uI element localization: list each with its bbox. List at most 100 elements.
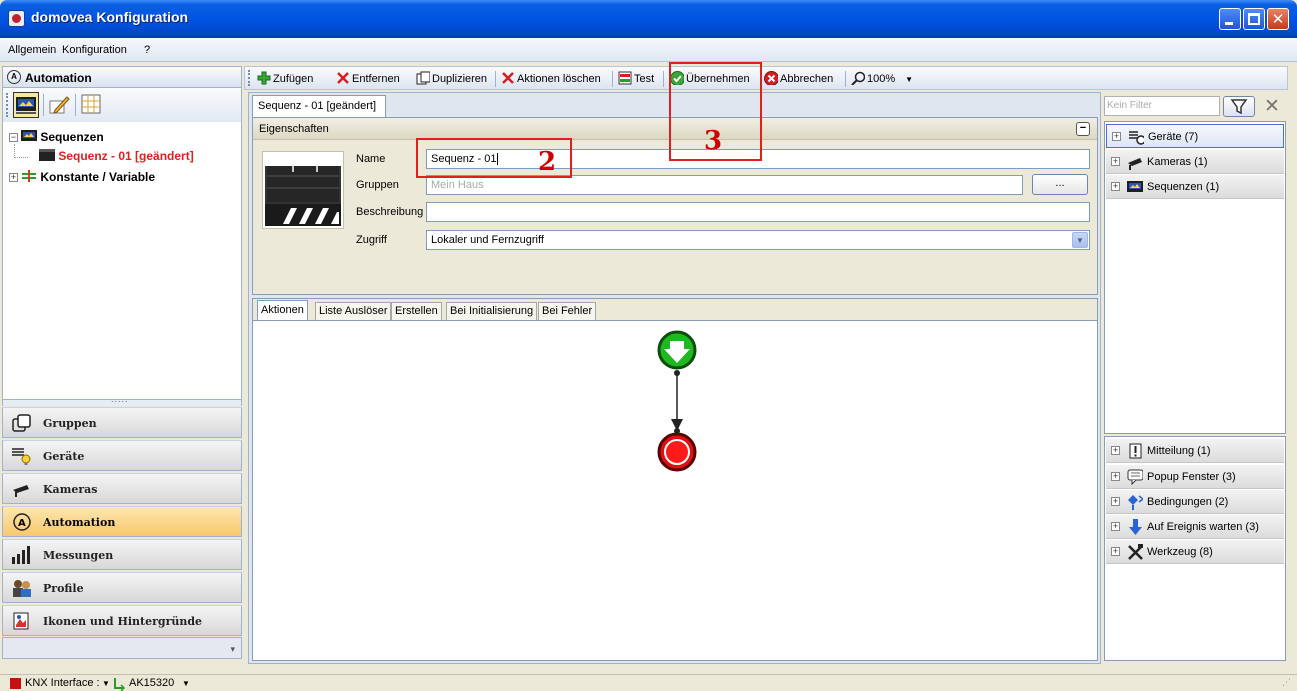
tab-erstellen[interactable]: Erstellen xyxy=(391,302,442,320)
tab-liste-ausloeser[interactable]: Liste Auslöser xyxy=(315,302,392,320)
nav-profile[interactable]: Profile xyxy=(2,572,242,603)
list-item-label: Werkzeug (8) xyxy=(1147,546,1213,558)
groups-field[interactable]: Mein Haus xyxy=(426,175,1023,195)
filter-input[interactable]: Kein Filter xyxy=(1104,96,1220,116)
tree-node-sequences[interactable]: Sequenzen xyxy=(21,129,104,145)
test-button[interactable]: Test xyxy=(618,71,654,85)
properties-title: Eigenschaften xyxy=(259,123,329,135)
menu-allgemein[interactable]: Allgemein xyxy=(8,44,56,56)
chevron-down-icon[interactable]: ▼ xyxy=(102,679,110,688)
groups-icon xyxy=(12,414,31,432)
close-button[interactable]: ✕ xyxy=(1267,8,1289,30)
list-item-popup[interactable]: + Popup Fenster (3) xyxy=(1106,465,1284,489)
add-button[interactable]: Zufügen xyxy=(257,71,313,85)
maximize-button[interactable] xyxy=(1243,8,1265,30)
list-item-label: Auf Ereignis warten (3) xyxy=(1147,521,1259,533)
nav-label: Geräte xyxy=(43,450,85,463)
duplicate-label: Duplizieren xyxy=(432,73,488,85)
access-value: Lokaler und Fernzugriff xyxy=(431,234,544,246)
chevron-down-icon[interactable]: ▼ xyxy=(182,679,190,688)
nav-gruppen[interactable]: Gruppen xyxy=(2,407,242,438)
test-icon xyxy=(618,71,632,85)
pane-splitter[interactable] xyxy=(2,394,242,406)
remove-label: Entfernen xyxy=(352,73,400,85)
zoom-dropdown[interactable]: 100% ▼ xyxy=(851,71,913,85)
expand-icon[interactable]: + xyxy=(9,173,18,182)
list-item-label: Sequenzen (1) xyxy=(1147,181,1220,193)
nav-kameras[interactable]: Kameras xyxy=(2,473,242,504)
end-node[interactable] xyxy=(657,432,697,472)
nav-messungen[interactable]: Messungen xyxy=(2,539,242,570)
window-title: domovea Konfiguration xyxy=(31,9,189,25)
expand-icon[interactable]: + xyxy=(1111,472,1120,481)
menu-help[interactable]: ? xyxy=(144,44,150,56)
delete-icon xyxy=(337,72,349,84)
grid-view-button[interactable] xyxy=(79,92,105,118)
nav-ikonen[interactable]: Ikonen und Hintergründe xyxy=(2,605,242,636)
nav-geraete[interactable]: Geräte xyxy=(2,440,242,471)
list-item-geraete[interactable]: + Geräte (7) xyxy=(1106,124,1284,148)
chevron-down-icon: ▼ xyxy=(1072,232,1088,248)
tree-node-sequence-01[interactable]: Sequenz - 01 [geändert] xyxy=(39,149,194,165)
sequence-view-button[interactable] xyxy=(13,92,39,118)
clear-filter-button[interactable]: ✕ xyxy=(1260,96,1284,117)
document-tab[interactable]: Sequenz - 01 [geändert] xyxy=(252,95,386,117)
menu-konfiguration[interactable]: Konfiguration xyxy=(62,44,127,56)
expand-icon[interactable]: + xyxy=(1111,522,1120,531)
minimize-button[interactable] xyxy=(1219,8,1241,30)
remove-button[interactable]: Entfernen xyxy=(336,71,400,85)
access-select[interactable]: Lokaler und Fernzugriff ▼ xyxy=(426,230,1090,250)
description-field[interactable] xyxy=(426,202,1090,222)
edit-view-button[interactable] xyxy=(47,92,73,118)
list-item-werkzeug[interactable]: + Werkzeug (8) xyxy=(1106,540,1284,564)
tab-aktionen[interactable]: Aktionen xyxy=(257,300,308,321)
clapperboard-icon xyxy=(265,154,341,226)
svg-text:A: A xyxy=(18,518,26,529)
expand-icon[interactable]: + xyxy=(1111,157,1120,166)
expand-icon[interactable]: + xyxy=(1111,446,1120,455)
left-pane-header: A Automation xyxy=(2,66,242,88)
expand-icon[interactable]: + xyxy=(1111,182,1120,191)
cancel-button[interactable]: Abbrechen xyxy=(764,71,833,85)
camera-icon xyxy=(1128,158,1142,170)
expand-icon[interactable]: + xyxy=(1111,497,1120,506)
close-icon: ✕ xyxy=(1264,95,1280,117)
list-item-label: Bedingungen (2) xyxy=(1147,496,1229,508)
collapse-icon[interactable]: − xyxy=(9,133,18,142)
delete-actions-button[interactable]: Aktionen löschen xyxy=(501,71,601,85)
tree-node-constants[interactable]: Konstante / Variable xyxy=(21,169,155,185)
filter-button[interactable] xyxy=(1223,96,1255,117)
resize-grip-icon[interactable]: ⋰ xyxy=(1282,677,1291,688)
duplicate-icon xyxy=(416,71,430,85)
list-item-label: Popup Fenster (3) xyxy=(1147,471,1236,483)
list-item-bedingungen[interactable]: + Bedingungen (2) xyxy=(1106,490,1284,514)
automation-icon: A xyxy=(13,513,31,531)
collapse-button[interactable]: − xyxy=(1076,122,1090,136)
start-node[interactable] xyxy=(657,330,697,370)
access-label: Zugriff xyxy=(356,234,387,246)
sequence-tree: − Sequenzen Sequenz - 01 [geändert] + Ko… xyxy=(2,122,242,400)
tree-label: Konstante / Variable xyxy=(40,170,156,184)
component-list-bottom: + Mitteilung (1) + Popup Fenster (3) + B… xyxy=(1104,436,1286,661)
icons-backgrounds-icon xyxy=(13,612,29,630)
groups-browse-button[interactable]: ... xyxy=(1032,174,1088,195)
groups-label: Gruppen xyxy=(356,179,399,191)
list-item-auf-ereignis-warten[interactable]: + Auf Ereignis warten (3) xyxy=(1106,515,1284,539)
tree-line xyxy=(14,157,28,158)
nav-automation[interactable]: A Automation xyxy=(2,506,242,537)
left-pane-title: Automation xyxy=(25,71,92,85)
expand-icon[interactable]: + xyxy=(1111,547,1120,556)
list-item-mitteilung[interactable]: + Mitteilung (1) xyxy=(1106,439,1284,463)
flow-canvas[interactable] xyxy=(252,320,1098,661)
list-item-sequenzen[interactable]: + Sequenzen (1) xyxy=(1106,175,1284,199)
condition-icon xyxy=(1128,495,1143,510)
duplicate-button[interactable]: Duplizieren xyxy=(416,71,487,85)
automation-icon: A xyxy=(7,70,21,84)
tab-bei-initialisierung[interactable]: Bei Initialisierung xyxy=(446,302,538,320)
tab-bei-fehler[interactable]: Bei Fehler xyxy=(538,302,597,320)
nav-overflow[interactable] xyxy=(2,637,242,659)
expand-icon[interactable]: + xyxy=(1112,132,1121,141)
nav-label: Ikonen und Hintergründe xyxy=(43,615,203,628)
status-bar: KNX Interface : ▼ AK15320 ▼ ⋰ xyxy=(0,674,1297,691)
list-item-kameras[interactable]: + Kameras (1) xyxy=(1106,150,1284,174)
